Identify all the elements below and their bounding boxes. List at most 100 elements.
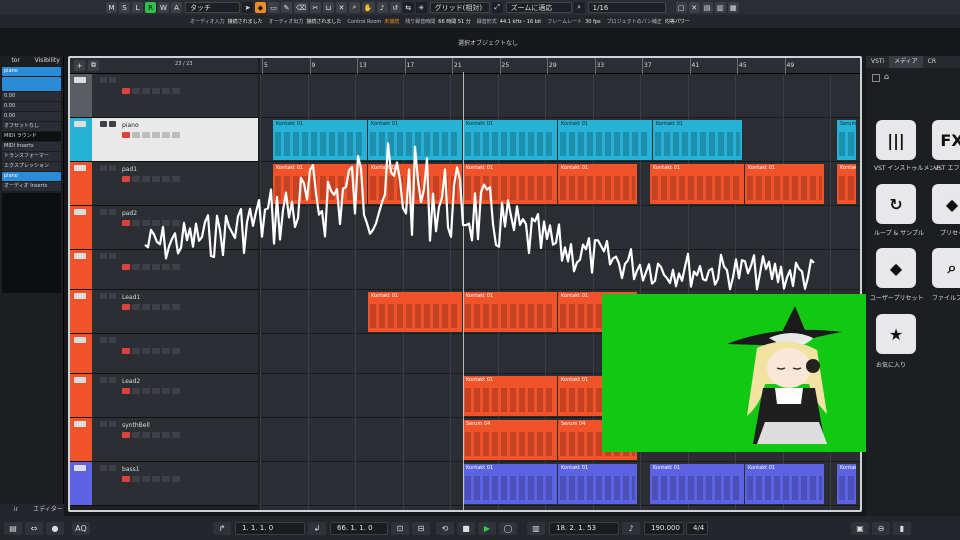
snap-icon[interactable]: ⇆ <box>402 2 414 13</box>
write-icon[interactable] <box>152 264 160 270</box>
edit-instrument-icon[interactable] <box>162 176 170 182</box>
timeline-ruler[interactable]: 5 9 13 17 21 25 29 33 37 41 45 49 <box>260 58 860 74</box>
read-automation-button[interactable]: R <box>145 2 156 13</box>
inspector-insert-slots[interactable] <box>2 193 61 293</box>
tab-media[interactable]: メディア <box>889 56 923 68</box>
mute-toggle[interactable] <box>100 165 107 171</box>
tab-inspector[interactable]: tor <box>0 56 32 66</box>
track-name[interactable]: Lead1 <box>122 294 140 301</box>
midi-part[interactable]: Kontakt 01 <box>650 464 744 504</box>
inspector-transformer[interactable]: トランスフォーマー <box>2 152 61 161</box>
midi-part[interactable]: Kontakt 01 <box>273 164 367 204</box>
read-icon[interactable] <box>142 476 150 482</box>
inspector-delay[interactable]: 0.00 <box>2 112 61 121</box>
tab-visibility[interactable]: Visibility <box>32 56 64 66</box>
ruler-bar-5[interactable]: 5 <box>262 58 268 74</box>
mute-toggle[interactable] <box>100 253 107 259</box>
edit-instrument-icon[interactable] <box>162 348 170 354</box>
track-header[interactable]: Lead1 <box>70 290 258 334</box>
monitor-icon[interactable] <box>132 176 140 182</box>
read-icon[interactable] <box>142 220 150 226</box>
track-lane[interactable] <box>260 74 860 118</box>
zoom-tool-icon[interactable]: ⌕ <box>348 2 360 13</box>
ruler-bar-37[interactable]: 37 <box>642 58 652 74</box>
zoom-select[interactable]: ズームに適応 <box>505 2 572 13</box>
edit-instrument-icon[interactable] <box>162 88 170 94</box>
write-icon[interactable] <box>152 176 160 182</box>
settings-icon[interactable]: ▤ <box>4 521 22 535</box>
track-mute-solo[interactable] <box>100 165 118 171</box>
monitor-icon[interactable] <box>132 304 140 310</box>
write-icon[interactable] <box>152 476 160 482</box>
monitor-icon[interactable] <box>132 132 140 138</box>
edit-channel-icon[interactable] <box>172 220 180 226</box>
mute-toggle[interactable] <box>100 121 107 127</box>
midi-part[interactable]: Serum <box>837 120 856 160</box>
midi-part[interactable]: Kontakt 01 <box>368 120 462 160</box>
zone-lower-toggle-icon[interactable]: ⊖ <box>872 521 890 535</box>
track-header[interactable]: Lead2 <box>70 374 258 418</box>
tempo-icon[interactable]: ♪ <box>622 521 640 535</box>
left-locator-icon[interactable]: ↱ <box>213 521 231 535</box>
midi-part[interactable]: Kontakt 01 <box>653 120 742 160</box>
monitor-icon[interactable]: ⇔ <box>25 521 43 535</box>
zone-left-icon[interactable]: ▤ <box>701 2 713 13</box>
record-enable-icon[interactable] <box>122 432 130 438</box>
track-mute-solo[interactable] <box>100 77 118 83</box>
automation-button[interactable]: A <box>171 2 182 13</box>
range-tool-icon[interactable]: ▭ <box>268 2 279 13</box>
solo-toggle[interactable] <box>109 165 116 171</box>
edit-instrument-icon[interactable] <box>162 132 170 138</box>
edit-channel-icon[interactable] <box>172 132 180 138</box>
track-mute-solo[interactable] <box>100 421 118 427</box>
track-header[interactable] <box>70 74 258 118</box>
close-icon[interactable]: ✕ <box>688 2 700 13</box>
left-locator-field[interactable]: 1. 1. 1. 0 <box>235 521 305 535</box>
track-mute-solo[interactable] <box>100 253 118 259</box>
read-icon[interactable] <box>142 432 150 438</box>
record-icon[interactable]: ◯ <box>499 521 517 535</box>
track-name[interactable]: Lead2 <box>122 378 140 385</box>
inspector-instrument[interactable]: piano <box>2 172 61 181</box>
mute-toggle[interactable] <box>100 337 107 343</box>
mute-tool-icon[interactable]: ✕ <box>335 2 347 13</box>
midi-part[interactable]: Serum 04 <box>463 420 557 460</box>
ruler-bar-41[interactable]: 41 <box>689 58 699 74</box>
track-mute-solo[interactable] <box>100 337 118 343</box>
read-icon[interactable] <box>142 348 150 354</box>
track-header[interactable] <box>70 250 258 290</box>
midi-part[interactable]: Kontakt 01 <box>837 164 856 204</box>
edit-instrument-icon[interactable] <box>162 476 170 482</box>
write-icon[interactable] <box>152 220 160 226</box>
pointer-tool-icon[interactable]: ➤ <box>242 2 253 13</box>
edit-instrument-icon[interactable] <box>162 220 170 226</box>
eraser-tool-icon[interactable]: ⌫ <box>294 2 308 13</box>
monitor-icon[interactable] <box>132 348 140 354</box>
ruler-bar-33[interactable]: 33 <box>594 58 604 74</box>
ruler-bar-25[interactable]: 25 <box>499 58 509 74</box>
ruler-bar-13[interactable]: 13 <box>357 58 367 74</box>
automation-mode-select[interactable]: タッチ <box>185 2 240 13</box>
cycle-icon[interactable]: ⟲ <box>436 521 454 535</box>
zone-bottom-icon[interactable]: ▥ <box>714 2 726 13</box>
record-enable-icon[interactable] <box>122 176 130 182</box>
record-enable-icon[interactable] <box>122 476 130 482</box>
tab-editor[interactable]: エディター <box>32 504 64 516</box>
track-name[interactable]: piano <box>122 122 139 129</box>
home-icon[interactable]: ⌂ <box>884 72 889 81</box>
read-icon[interactable] <box>142 132 150 138</box>
media-checkbox[interactable] <box>872 74 880 82</box>
window-layout-icon[interactable]: ▢ <box>675 2 687 13</box>
loop-icon[interactable]: ↺ <box>389 2 401 13</box>
write-icon[interactable] <box>152 88 160 94</box>
mute-toggle[interactable] <box>100 465 107 471</box>
ruler-bar-9[interactable]: 9 <box>309 58 315 74</box>
track-header[interactable]: piano <box>70 118 258 162</box>
speaker-tool-icon[interactable]: ♪ <box>376 2 388 13</box>
ruler-bar-29[interactable]: 29 <box>547 58 557 74</box>
midi-part[interactable]: Kontakt 01 <box>837 464 856 504</box>
audio-quality-icon[interactable]: AQ <box>72 521 90 535</box>
write-automation-button[interactable]: W <box>158 2 169 13</box>
mute-toggle[interactable] <box>100 209 107 215</box>
position-field[interactable]: 18. 2. 1. 53 <box>549 521 619 535</box>
